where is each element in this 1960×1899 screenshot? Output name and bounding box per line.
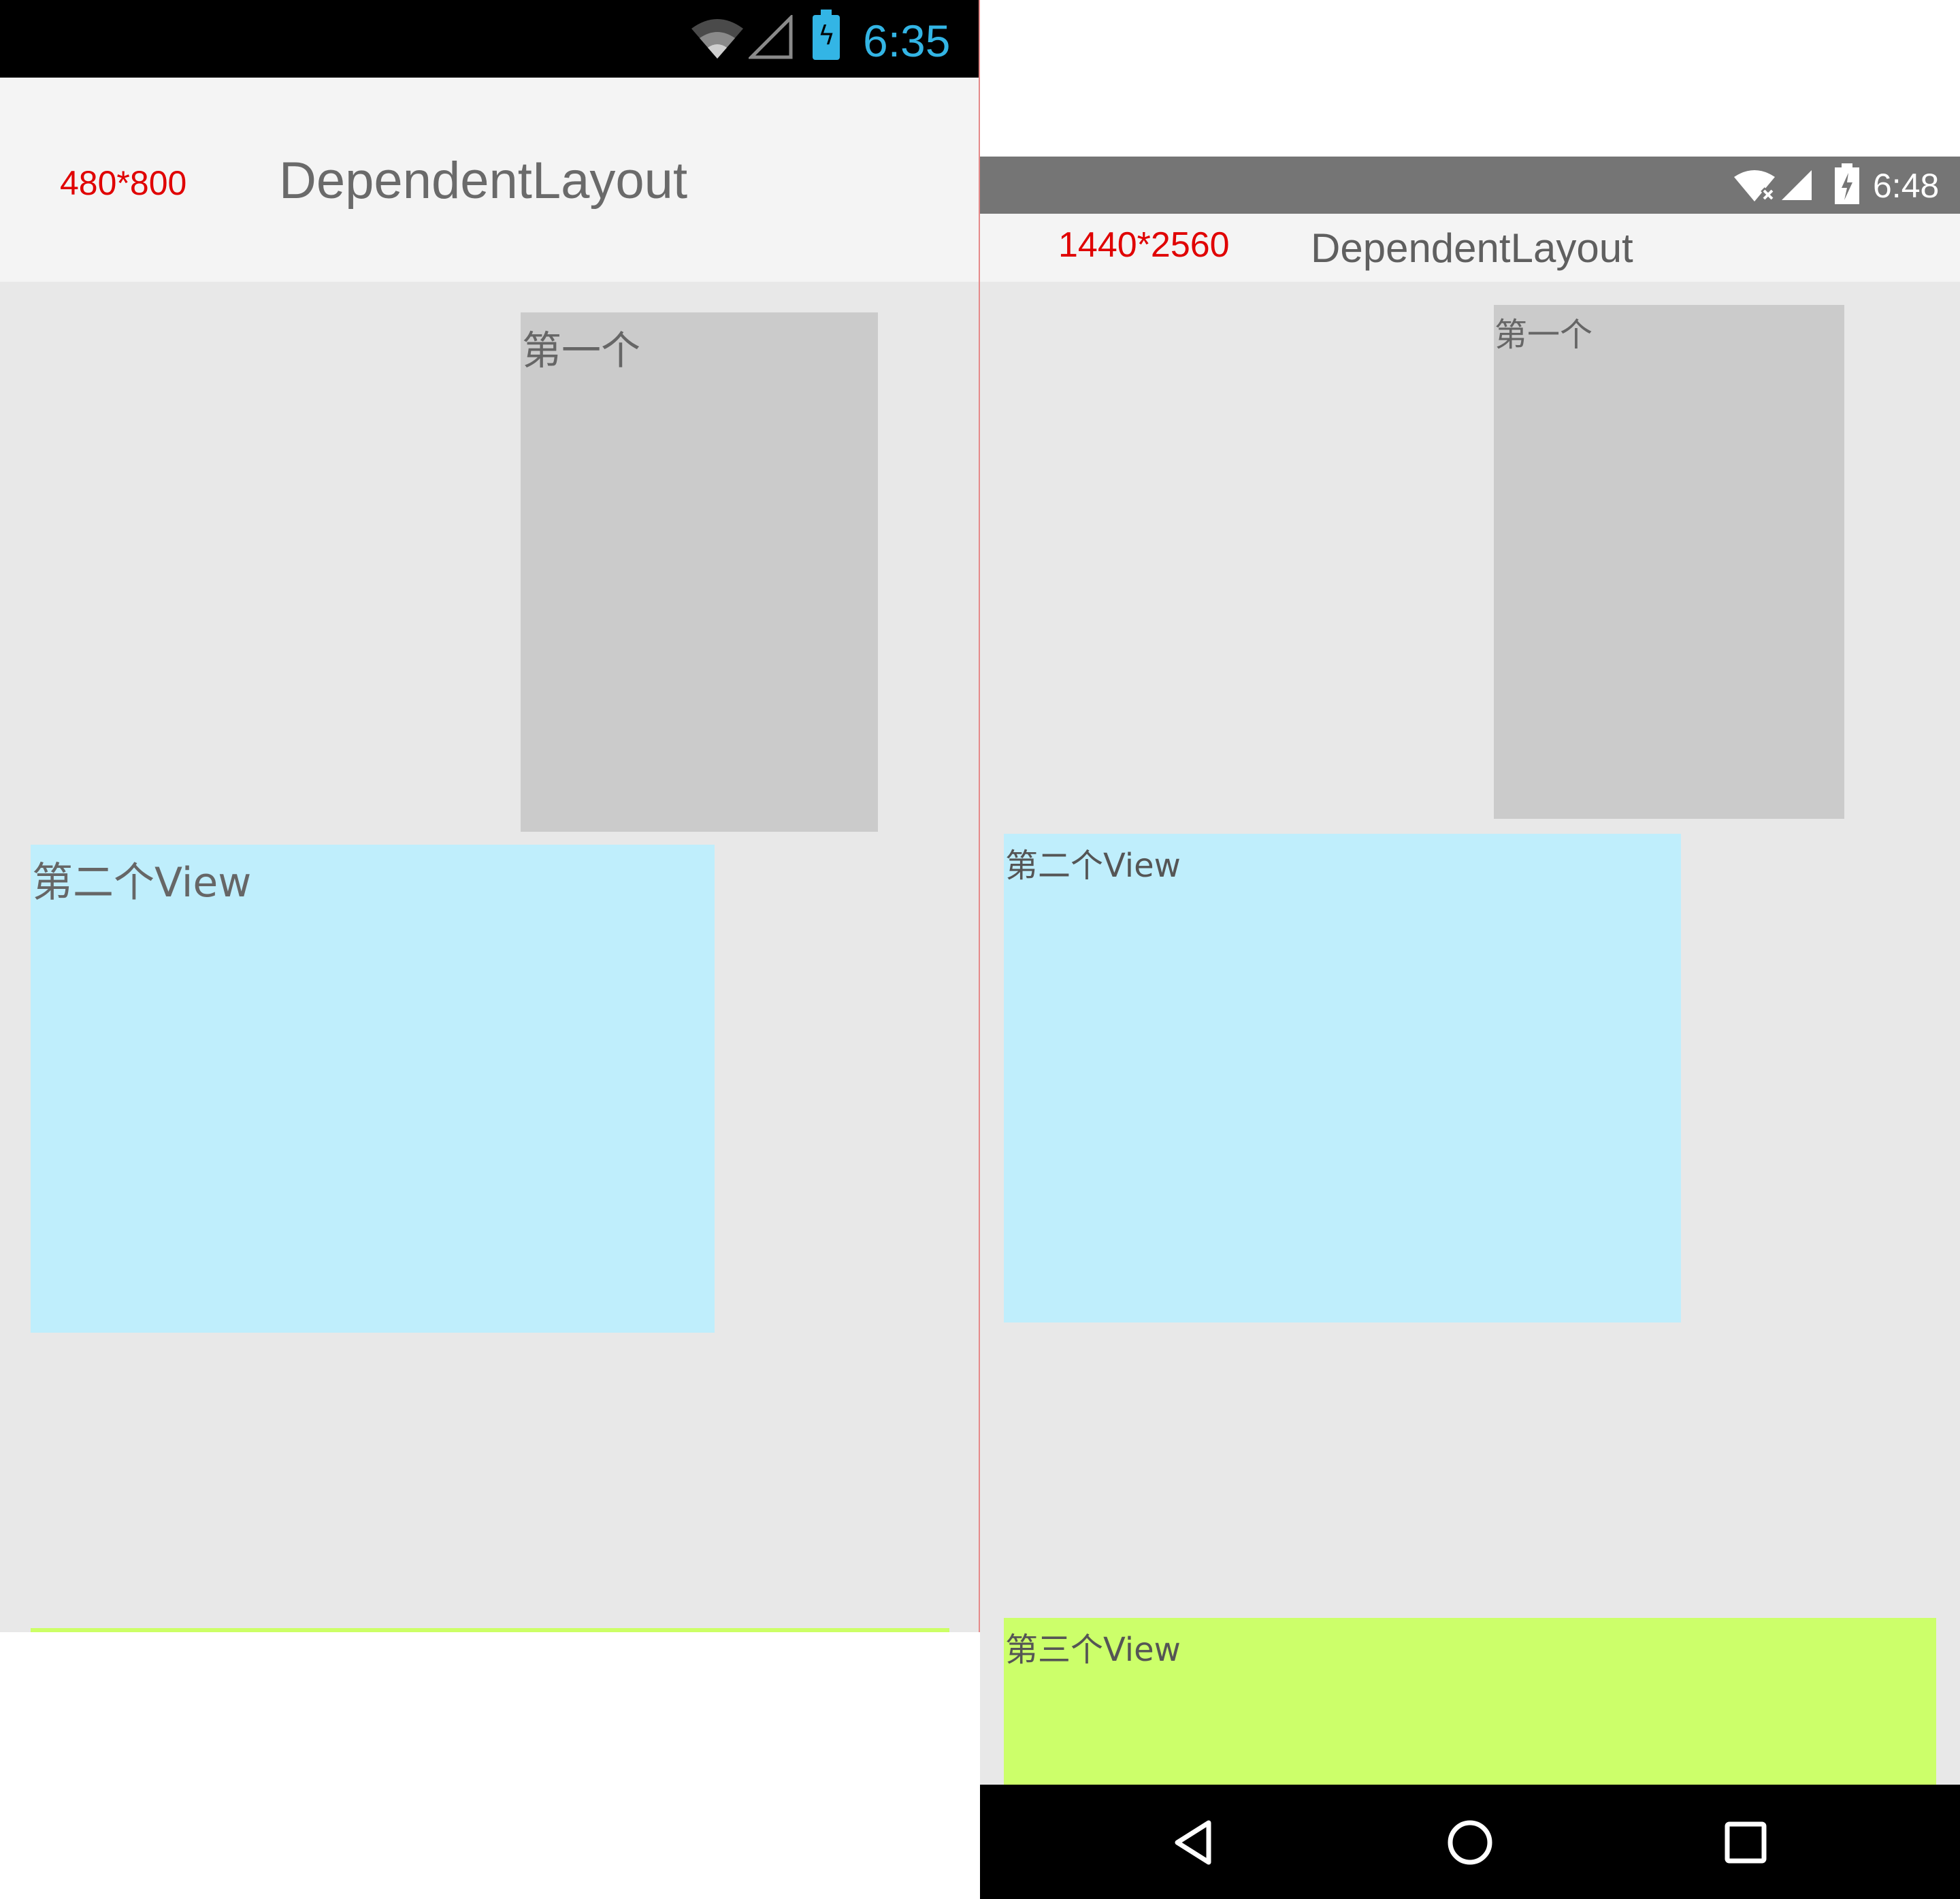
back-icon[interactable] (1171, 1819, 1218, 1866)
view-second-label: 第二个View (1005, 847, 1181, 885)
view-first-label: 第一个 (1494, 316, 1593, 354)
recents-icon[interactable] (1722, 1819, 1769, 1866)
battery-charging-icon: ϟ (813, 10, 840, 60)
wifi-no-internet-icon (1734, 170, 1776, 202)
cell-signal-icon (749, 15, 793, 59)
status-time: 6:35 (863, 16, 951, 66)
resolution-label: 1440*2560 (1058, 225, 1230, 265)
app-title: DependentLayout (279, 152, 688, 210)
battery-charging-icon (1835, 163, 1859, 204)
view-second-label: 第二个View (32, 859, 252, 907)
home-icon[interactable] (1446, 1819, 1494, 1866)
right-status-bar: 6:48 (980, 157, 1960, 214)
left-status-bar: ϟ 6:35 (0, 0, 979, 78)
app-title: DependentLayout (1311, 225, 1633, 271)
navigation-bar (980, 1785, 1960, 1899)
view-first-label: 第一个 (522, 327, 641, 374)
view-second (1004, 834, 1681, 1322)
view-third-label: 第三个View (1005, 1631, 1181, 1669)
view-second (31, 845, 715, 1333)
view-first (521, 312, 878, 832)
status-time: 6:48 (1873, 167, 1940, 205)
left-action-bar: 480*800 DependentLayout (0, 78, 979, 282)
view-first (1494, 305, 1844, 819)
wifi-icon (691, 19, 743, 59)
view-third-edge (31, 1628, 949, 1632)
cell-signal-icon (1782, 170, 1812, 200)
resolution-label: 480*800 (60, 164, 187, 202)
